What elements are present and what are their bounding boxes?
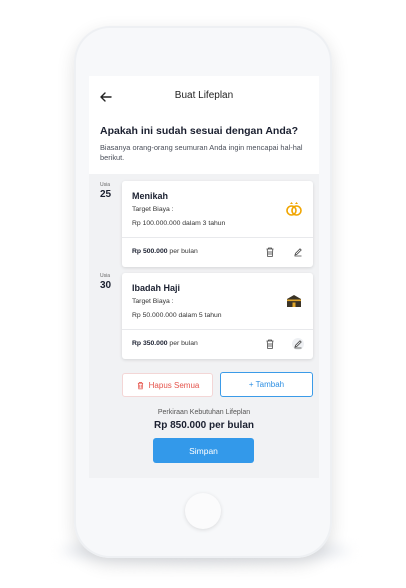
delete-all-button[interactable]: Hapus Semua [122,373,213,397]
trash-icon [137,381,143,389]
target-label: Target Biaya : [132,298,174,305]
wedding-rings-icon [286,202,302,216]
trash-icon[interactable] [264,246,276,258]
kaaba-icon [287,295,301,307]
estimate-value: Rp 850.000 per bulan [153,420,255,431]
estimate-label: Perkiraan Kebutuhan Lifeplan [157,409,251,416]
plan-name: Ibadah Haji [132,283,181,293]
plan-name: Menikah [132,191,169,201]
top-bar: Buat Lifeplan [89,86,319,108]
age-label: Usia [100,182,111,188]
page-title: Buat Lifeplan [174,90,234,101]
target-value: Rp 100.000.000 dalam 3 tahun [132,220,226,227]
age-label: Usia [100,273,111,279]
delete-all-label: Hapus Semua [148,380,200,390]
monthly-amount: Rp 350.000 per bulan [132,340,198,347]
age-value: 25 [100,189,112,200]
plan-list-area: Usia 25 Menikah Target Biaya : Rp 100.00… [89,174,319,478]
add-label: + Tambah [248,380,285,389]
plan-age: Usia 30 [100,273,111,291]
trash-icon[interactable] [264,338,276,350]
plan-card-menikah: Menikah Target Biaya : Rp 100.000.000 da… [122,181,313,267]
monthly-amount: Rp 500.000 per bulan [132,248,198,255]
app-screen: Buat Lifeplan Apakah ini sudah sesuai de… [89,76,319,478]
intro-subtitle: Biasanya orang-orang seumuran Anda ingin… [100,143,303,162]
plan-age: Usia 25 [100,182,111,200]
intro-question: Apakah ini sudah sesuai dengan Anda? [100,125,298,137]
add-plan-button[interactable]: + Tambah [220,372,313,397]
plan-card-ibadah-haji: Ibadah Haji Target Biaya : Rp 50.000.000… [122,273,313,359]
target-value: Rp 50.000.000 dalam 5 tahun [132,312,222,319]
age-value: 30 [100,280,112,291]
target-label: Target Biaya : [132,206,174,213]
edit-pencil-icon[interactable] [292,338,304,350]
home-button[interactable] [185,493,221,529]
edit-pencil-icon[interactable] [292,246,304,258]
save-button[interactable]: Simpan [153,438,254,463]
